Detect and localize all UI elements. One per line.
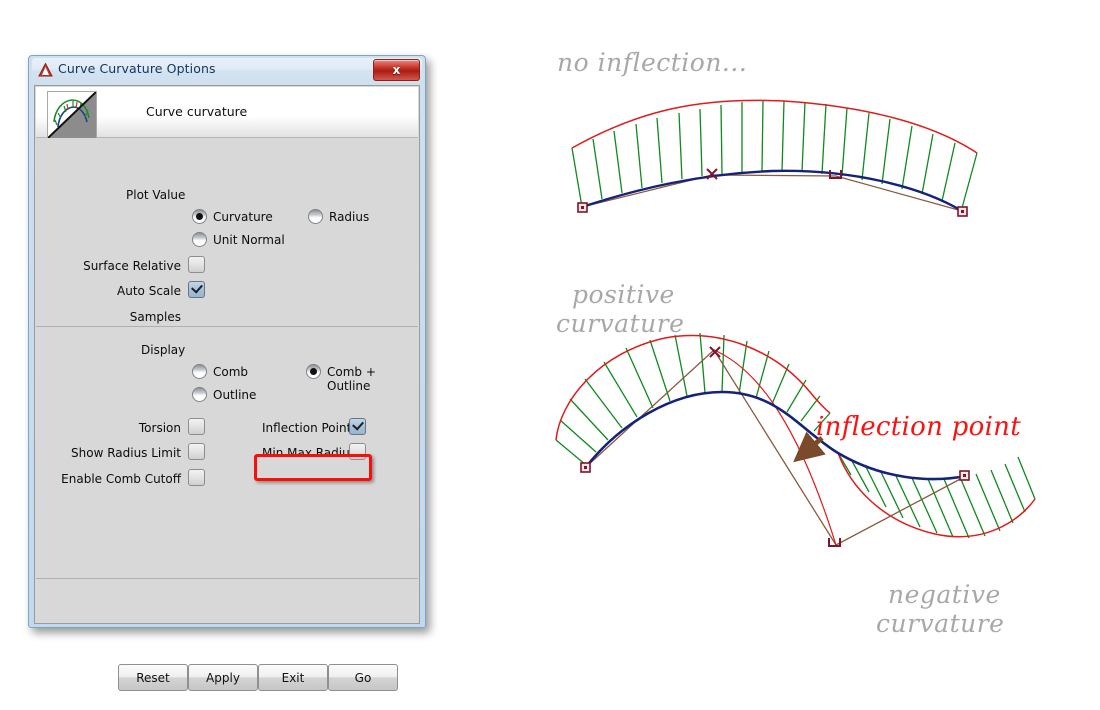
radio-comb-outline[interactable] [306,364,321,379]
radio-outline[interactable] [192,387,207,402]
checkbox-torsion[interactable] [188,418,205,435]
radio-unit-normal-label: Unit Normal [213,233,285,247]
inflection-points-highlight [254,454,372,481]
control-polygon-top [582,175,962,211]
application-icon [38,63,53,77]
control-points-s [581,463,969,480]
checkbox-auto-scale[interactable] [188,281,205,298]
curve-curvature-thumbnail [47,91,97,139]
comb-lines-s-right [838,453,1035,538]
dialog-title: Curve Curvature Options [58,61,216,76]
marker-x-top [707,169,717,179]
checkbox-show-radius-limit[interactable] [188,443,205,460]
marker-u-s [829,538,840,546]
radio-comb-outline-label: Comb + Outline [327,365,418,393]
curve-top [582,171,962,211]
radio-curvature-label: Curvature [213,210,273,224]
display-label: Display [141,343,185,357]
dialog-header: Curve curvature [36,87,418,138]
annotation-no-inflection: no inflection... [557,48,747,77]
title-bar[interactable]: Curve Curvature Options x [32,58,422,83]
inflection-points-label: Inflection Points [262,421,358,435]
comb-outline-s-left [556,336,830,440]
display-group: Display Comb Comb + Outline Outline Tors… [36,327,418,579]
torsion-label: Torsion [56,421,181,435]
plot-value-group: Plot Value Curvature Radius Unit Normal … [36,138,418,327]
radio-radius[interactable] [308,209,323,224]
exit-button[interactable]: Exit [258,664,328,691]
radio-comb-label: Comb [213,365,248,379]
comb-outline-s-right [838,453,1035,537]
enable-comb-cutoff-label: Enable Comb Cutoff [46,472,181,486]
surface-relative-label: Surface Relative [56,259,181,273]
annotation-positive-curvature-1: positive [572,280,675,309]
curve-curvature-options-dialog: Curve Curvature Options x Curve c [28,55,426,628]
chord-s-1 [714,350,836,545]
comb-lines-s-left [556,333,830,465]
radio-outline-label: Outline [213,388,256,402]
button-group [36,579,418,623]
comb-lines-top [572,101,977,208]
marker-u-top [830,170,841,178]
comb-outline-top [572,100,977,153]
annotation-negative-curvature-2: curvature [876,609,1004,638]
radio-radius-label: Radius [329,210,369,224]
close-icon[interactable]: x [373,59,420,81]
apply-button[interactable]: Apply [188,664,258,691]
radio-unit-normal[interactable] [192,232,207,247]
radio-curvature[interactable] [192,209,207,224]
annotation-negative-curvature-1: negative [888,580,1001,609]
annotation-positive-curvature-2: curvature [556,309,684,338]
top-curve-diagram [572,100,977,216]
go-button[interactable]: Go [328,664,398,691]
radio-comb[interactable] [192,364,207,379]
marker-x-s [710,347,720,357]
dialog-client-area: Curve curvature Plot Value Curvature Rad… [34,85,420,624]
auto-scale-label: Auto Scale [56,284,181,298]
checkbox-surface-relative[interactable] [188,256,205,273]
show-radius-limit-label: Show Radius Limit [56,446,181,460]
samples-label: Samples [56,310,181,324]
annotation-inflection-point: inflection point [816,412,1021,442]
control-polygon-s [586,350,966,545]
checkbox-enable-comb-cutoff[interactable] [188,469,205,486]
control-points-top [578,203,967,216]
header-label: Curve curvature [146,104,247,119]
reset-button[interactable]: Reset [118,664,188,691]
plot-value-label: Plot Value [126,188,185,202]
checkbox-inflection-points[interactable] [349,418,366,435]
